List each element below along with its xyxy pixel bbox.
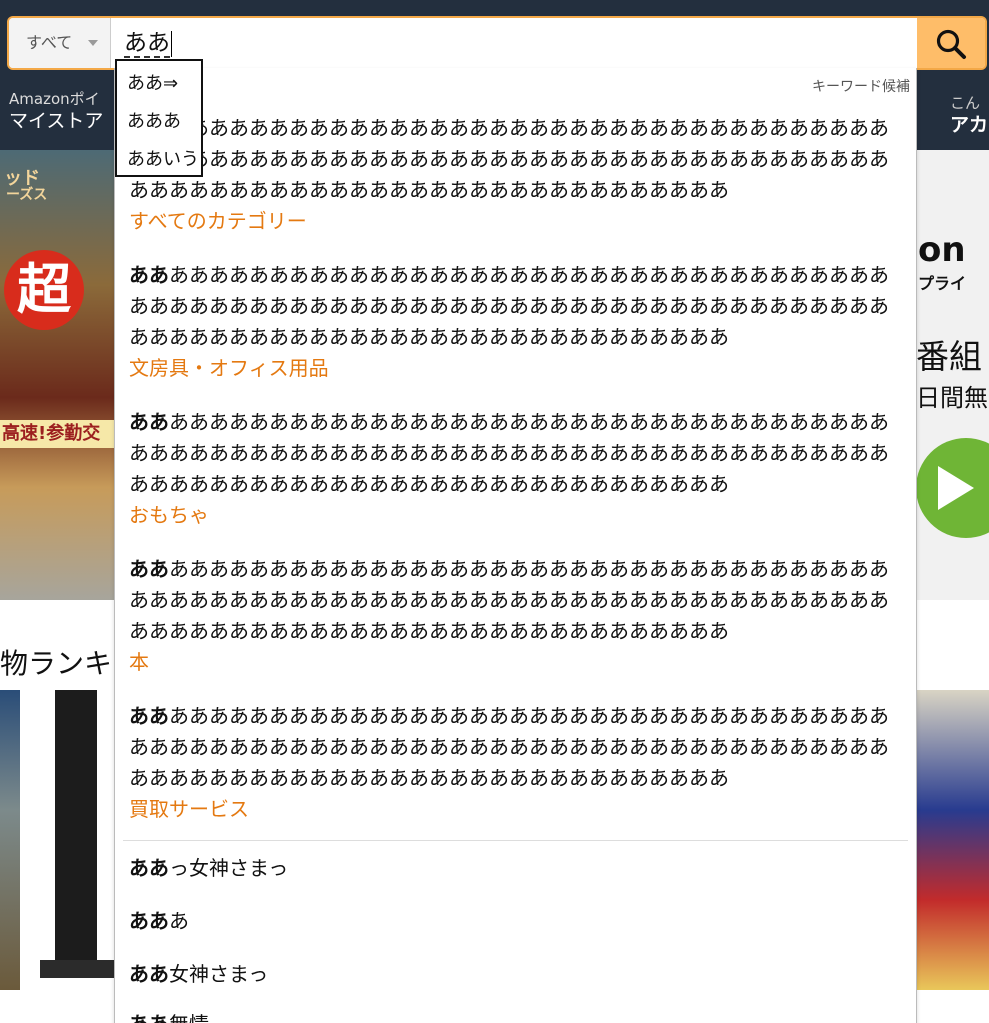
suggestion-item[interactable]: ああああああああああああああああああああああああああああああああああああああああ…	[129, 407, 889, 530]
search-input[interactable]: ああ	[113, 18, 923, 68]
product-thumbnail[interactable]	[0, 690, 20, 990]
search-suggestions-dropdown: キーワード候補 ああああああああああああああああああああああああああああああああ…	[114, 68, 917, 1023]
suggestion-rest: ああああああああああああああああああああああああああああああああああああああああ…	[129, 263, 889, 349]
suggestion-match: ああ	[129, 962, 169, 986]
hero-banner-right[interactable]: on プライ 番組 日間無	[914, 150, 989, 600]
suggestion-match: ああ	[129, 704, 169, 728]
suggestion-item[interactable]: ああああああああああああああああああああああああああああああああああああああああ…	[129, 554, 889, 677]
suggestion-match: ああ	[129, 263, 169, 287]
suggestion-rest: 女神さまっ	[169, 962, 269, 986]
page: すべて ああ Amazonポイ マイストア こん アカ ッド ーズス 超 高速!…	[0, 0, 989, 1023]
suggestion-text: ああああああああああああああああああああああああああああああああああああああああ…	[129, 407, 889, 500]
hero-right-subline: 日間無	[916, 384, 988, 412]
ime-candidate[interactable]: ああいう	[127, 145, 199, 171]
search-category-dropdown[interactable]: すべて	[9, 18, 111, 68]
suggestion-rest: ああああああああああああああああああああああああああああああああああああああああ…	[129, 704, 889, 790]
suggestion-category[interactable]: すべてのカテゴリー	[129, 206, 889, 236]
hero-right-headline: 番組	[916, 337, 982, 376]
suggestion-match: ああ	[129, 410, 169, 434]
text-cursor	[171, 30, 172, 57]
suggestion-text: ああああああああああああああああああああああああああああああああああああああああ…	[129, 113, 889, 206]
nav-greeting: こん	[950, 94, 981, 112]
nav-account-link[interactable]: アカ	[950, 114, 988, 136]
play-icon[interactable]	[916, 438, 989, 538]
hero-banner-left[interactable]: ッド ーズス 超 高速!参勤交	[0, 150, 114, 600]
ime-candidate-window: ああ⇒ あああ ああいう	[115, 59, 203, 177]
suggestion-match: ああ	[129, 1012, 169, 1023]
chevron-down-icon	[88, 40, 98, 46]
nav-mystore-link[interactable]: マイストア	[9, 110, 103, 132]
search-button[interactable]	[917, 18, 985, 68]
nav-account-right[interactable]: こん アカ	[950, 92, 988, 136]
suggestion-rest: ああああああああああああああああああああああああああああああああああああああああ…	[129, 116, 889, 202]
console-image	[55, 690, 97, 975]
suggestion-match: ああ	[129, 557, 169, 581]
suggestion-rest: ああああああああああああああああああああああああああああああああああああああああ…	[129, 557, 889, 643]
keyword-suggestions-label: キーワード候補	[812, 79, 910, 95]
suggestion-rest: っ女神さまっ	[169, 856, 289, 880]
suggestion-item[interactable]: ああ女神さまっ	[129, 958, 268, 987]
suggestion-item[interactable]: ああああああああああああああああああああああああああああああああああああああああ…	[129, 701, 889, 824]
product-thumbnail-console[interactable]	[40, 690, 114, 990]
hero-left-sign: 超	[4, 250, 84, 330]
suggestion-text: ああああああああああああああああああああああああああああああああああああああああ…	[129, 554, 889, 647]
suggestion-item[interactable]: ああ無情	[129, 1008, 209, 1023]
search-category-label: すべて	[26, 33, 73, 52]
hero-left-subtitle: ーズス	[6, 187, 48, 203]
suggestion-item[interactable]: あああ	[129, 905, 189, 934]
nav-points-link[interactable]: Amazonポイ	[9, 88, 103, 110]
suggestion-item[interactable]: ああああああああああああああああああああああああああああああああああああああああ…	[129, 113, 889, 236]
console-stand	[40, 960, 114, 978]
suggestion-category[interactable]: 買取サービス	[129, 794, 889, 824]
search-query-text: ああ	[124, 30, 170, 58]
suggestion-text: ああああああああああああああああああああああああああああああああああああああああ…	[129, 260, 889, 353]
ime-candidate[interactable]: あああ	[127, 107, 181, 133]
prime-logo: on	[918, 230, 966, 270]
hero-left-band: 高速!参勤交	[0, 420, 114, 448]
suggestion-rest: ああああああああああああああああああああああああああああああああああああああああ…	[129, 410, 889, 496]
suggestions-divider	[123, 840, 908, 841]
suggestion-item[interactable]: ああっ女神さまっ	[129, 852, 288, 881]
suggestion-rest: あ	[169, 909, 189, 933]
prime-logo-sub: プライ	[918, 274, 967, 293]
product-thumbnail-game[interactable]	[917, 690, 989, 990]
ime-candidate[interactable]: ああ⇒	[127, 69, 178, 95]
nav-account-left[interactable]: Amazonポイ マイストア	[9, 88, 103, 132]
suggestion-match: ああ	[129, 856, 169, 880]
suggestion-text: ああああああああああああああああああああああああああああああああああああああああ…	[129, 701, 889, 794]
suggestion-rest: 無情	[169, 1012, 209, 1023]
suggestion-item[interactable]: ああああああああああああああああああああああああああああああああああああああああ…	[129, 260, 889, 383]
suggestion-category[interactable]: おもちゃ	[129, 500, 889, 530]
suggestion-match: ああ	[129, 909, 169, 933]
suggestion-category[interactable]: 本	[129, 647, 889, 677]
search-icon	[936, 29, 966, 59]
suggestion-category[interactable]: 文房具・オフィス用品	[129, 353, 889, 383]
